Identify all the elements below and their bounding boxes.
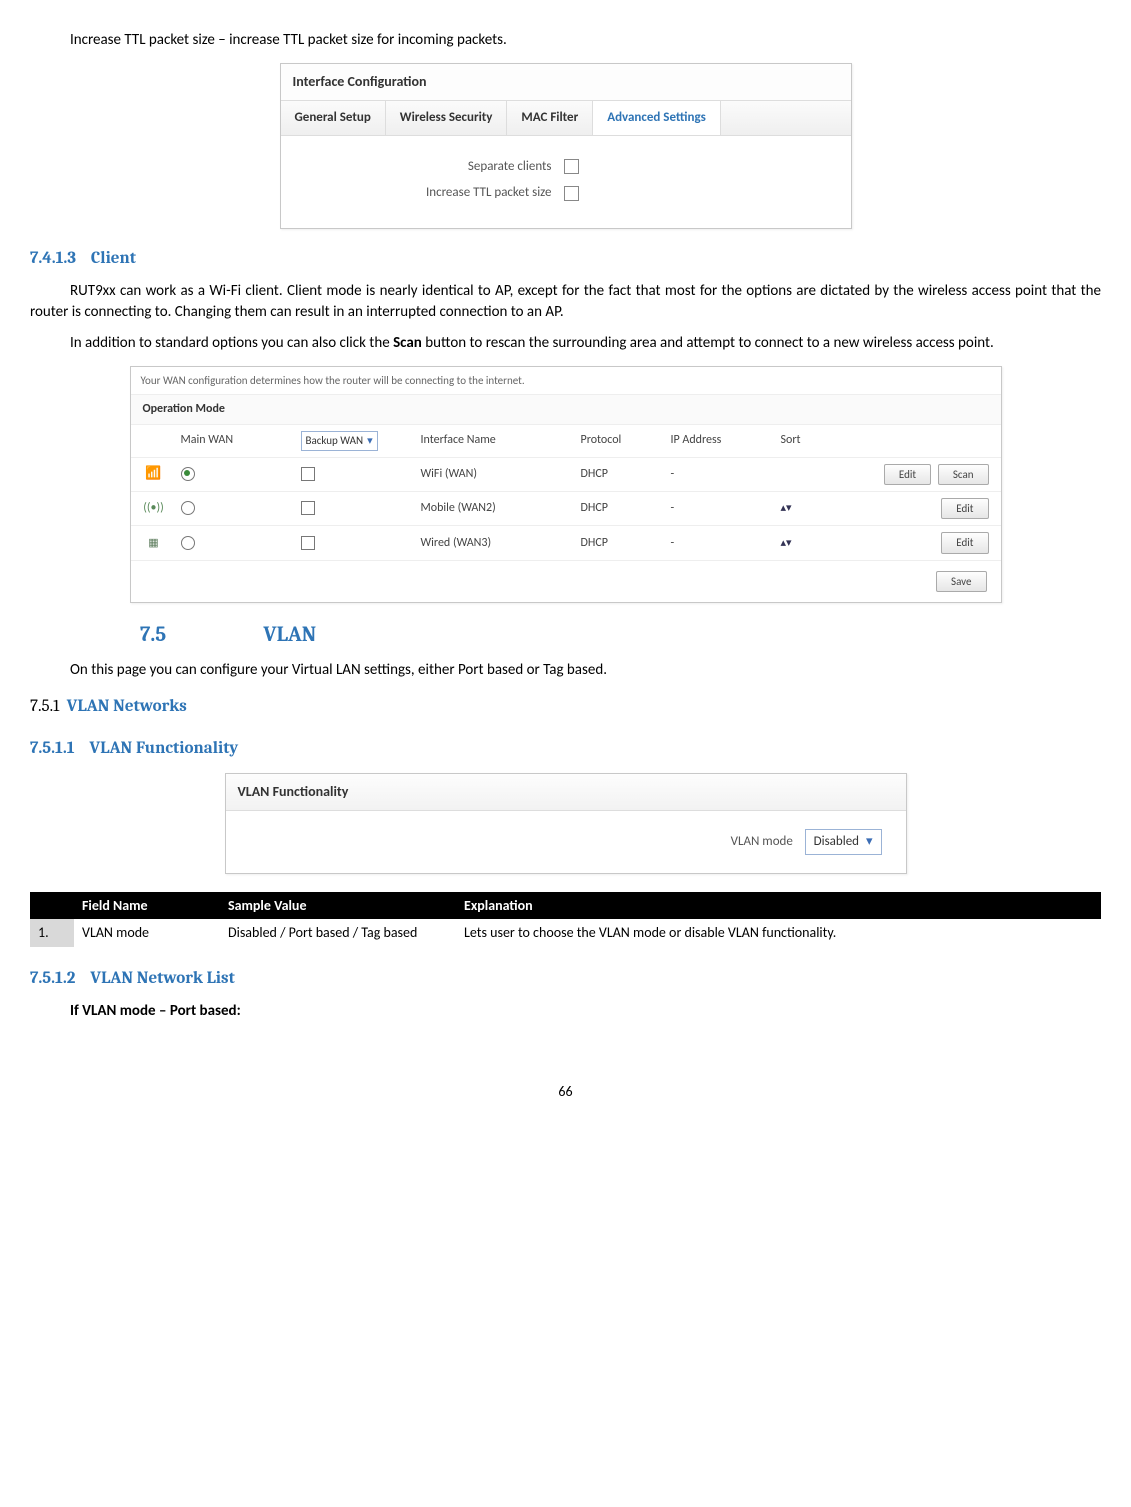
backup-checkbox[interactable] [301,467,315,481]
page-number: 66 [30,1082,1101,1102]
field-name: VLAN mode [74,919,220,947]
intro-text: Increase TTL packet size – increase TTL … [30,30,1101,51]
col-protocol: Protocol [581,432,671,449]
client-paragraph-1: RUT9xx can work as a Wi-Fi client. Clien… [30,281,1101,323]
col-interface-name: Interface Name [421,432,581,449]
panel-title: Interface Configuration [281,64,851,101]
backup-wan-select[interactable]: Backup WAN▾ [301,431,378,450]
heading-num: 7.4.1.3 [30,249,76,268]
th-explanation: Explanation [456,892,1101,920]
heading-num: 7.5.1.2 [30,969,75,988]
ip: - [671,535,781,552]
heading-text: Client [91,249,136,268]
heading-7-5-1-2: 7.5.1.2 VLAN Network List [30,967,1101,991]
main-wan-radio[interactable] [181,501,195,515]
scan-bold: Scan [393,334,422,352]
backup-checkbox[interactable] [301,536,315,550]
text-fragment: In addition to standard options you can … [70,334,393,352]
client-paragraph-2: In addition to standard options you can … [30,333,1101,354]
if-name: Mobile (WAN2) [421,500,581,517]
sort-arrows-icon[interactable]: ▴▾ [781,501,792,514]
th-sample-value: Sample Value [220,892,456,920]
heading-7-5: 7.5 VLAN [140,621,1101,650]
select-value: Disabled [814,834,859,849]
tab-mac-filter[interactable]: MAC Filter [507,101,593,135]
proto: DHCP [581,466,671,483]
proto: DHCP [581,500,671,517]
sort-arrows-icon[interactable]: ▴▾ [781,536,792,549]
vlan-mode-select[interactable]: Disabled ▾ [805,829,882,855]
proto: DHCP [581,535,671,552]
table-row: ((•)) Mobile (WAN2) DHCP - ▴▾ Edit [131,492,1001,526]
separate-clients-checkbox[interactable] [564,159,579,174]
edit-button[interactable]: Edit [884,464,931,485]
heading-num: 7.5.1.1 [30,739,75,758]
wan-note: Your WAN configuration determines how th… [131,367,1001,395]
vlan-intro: On this page you can configure your Virt… [30,660,1101,681]
scan-button[interactable]: Scan [938,464,989,485]
vlan-mode-label: VLAN mode [731,834,793,849]
heading-7-5-1-1: 7.5.1.1 VLAN Functionality [30,737,1101,761]
tab-general-setup[interactable]: General Setup [281,101,386,135]
vlan-mode-table: Field Name Sample Value Explanation 1. V… [30,892,1101,947]
th-field-name: Field Name [74,892,220,920]
vlan-functionality-panel: VLAN Functionality VLAN mode Disabled ▾ [225,773,907,874]
heading-text: VLAN [263,623,316,647]
col-main-wan: Main WAN [177,432,301,449]
tab-advanced-settings[interactable]: Advanced Settings [593,101,721,135]
table-row: ▦ Wired (WAN3) DHCP - ▴▾ Edit [131,526,1001,560]
increase-ttl-checkbox[interactable] [564,186,579,201]
wifi-icon: 📶 [145,466,161,481]
save-button[interactable]: Save [936,571,986,592]
heading-text: VLAN Networks [67,697,187,716]
col-ip-address: IP Address [671,432,781,449]
select-label: Backup WAN [306,434,364,447]
increase-ttl-label: Increase TTL packet size [301,184,552,202]
chevron-down-icon: ▾ [866,834,873,849]
table-row: 📶 WiFi (WAN) DHCP - Edit Scan [131,458,1001,492]
ip: - [671,466,781,483]
th-blank [30,892,74,920]
edit-button[interactable]: Edit [941,532,988,553]
main-wan-radio[interactable] [181,536,195,550]
separate-clients-label: Separate clients [301,158,552,176]
operation-mode-panel: Your WAN configuration determines how th… [130,366,1002,603]
panel-title: VLAN Functionality [226,774,906,811]
signal-icon: ((•)) [143,501,164,515]
bold-text: If VLAN mode – Port based: [70,1002,241,1020]
if-name: Wired (WAN3) [421,535,581,552]
chevron-down-icon: ▾ [367,434,373,447]
heading-num: 7.5.1 [30,697,59,716]
ip: - [671,500,781,517]
operation-mode-header: Operation Mode [131,395,1001,425]
explanation: Lets user to choose the VLAN mode or dis… [456,919,1101,947]
heading-7-4-1-3: 7.4.1.3 Client [30,247,1101,271]
tab-wireless-security[interactable]: Wireless Security [386,101,508,135]
heading-num: 7.5 [140,621,260,650]
heading-text: VLAN Network List [90,969,234,988]
backup-checkbox[interactable] [301,501,315,515]
heading-7-5-1: 7.5.1 VLAN Networks [30,695,1101,719]
port-based-note: If VLAN mode – Port based: [30,1001,1101,1022]
ethernet-icon: ▦ [148,536,158,549]
col-sort: Sort [781,432,831,449]
heading-text: VLAN Functionality [90,739,239,758]
if-name: WiFi (WAN) [421,466,581,483]
row-num: 1. [30,919,74,947]
edit-button[interactable]: Edit [941,498,988,519]
sample-value: Disabled / Port based / Tag based [220,919,456,947]
interface-config-panel: Interface Configuration General Setup Wi… [280,63,852,229]
text-fragment: button to rescan the surrounding area an… [422,334,994,352]
main-wan-radio[interactable] [181,467,195,481]
